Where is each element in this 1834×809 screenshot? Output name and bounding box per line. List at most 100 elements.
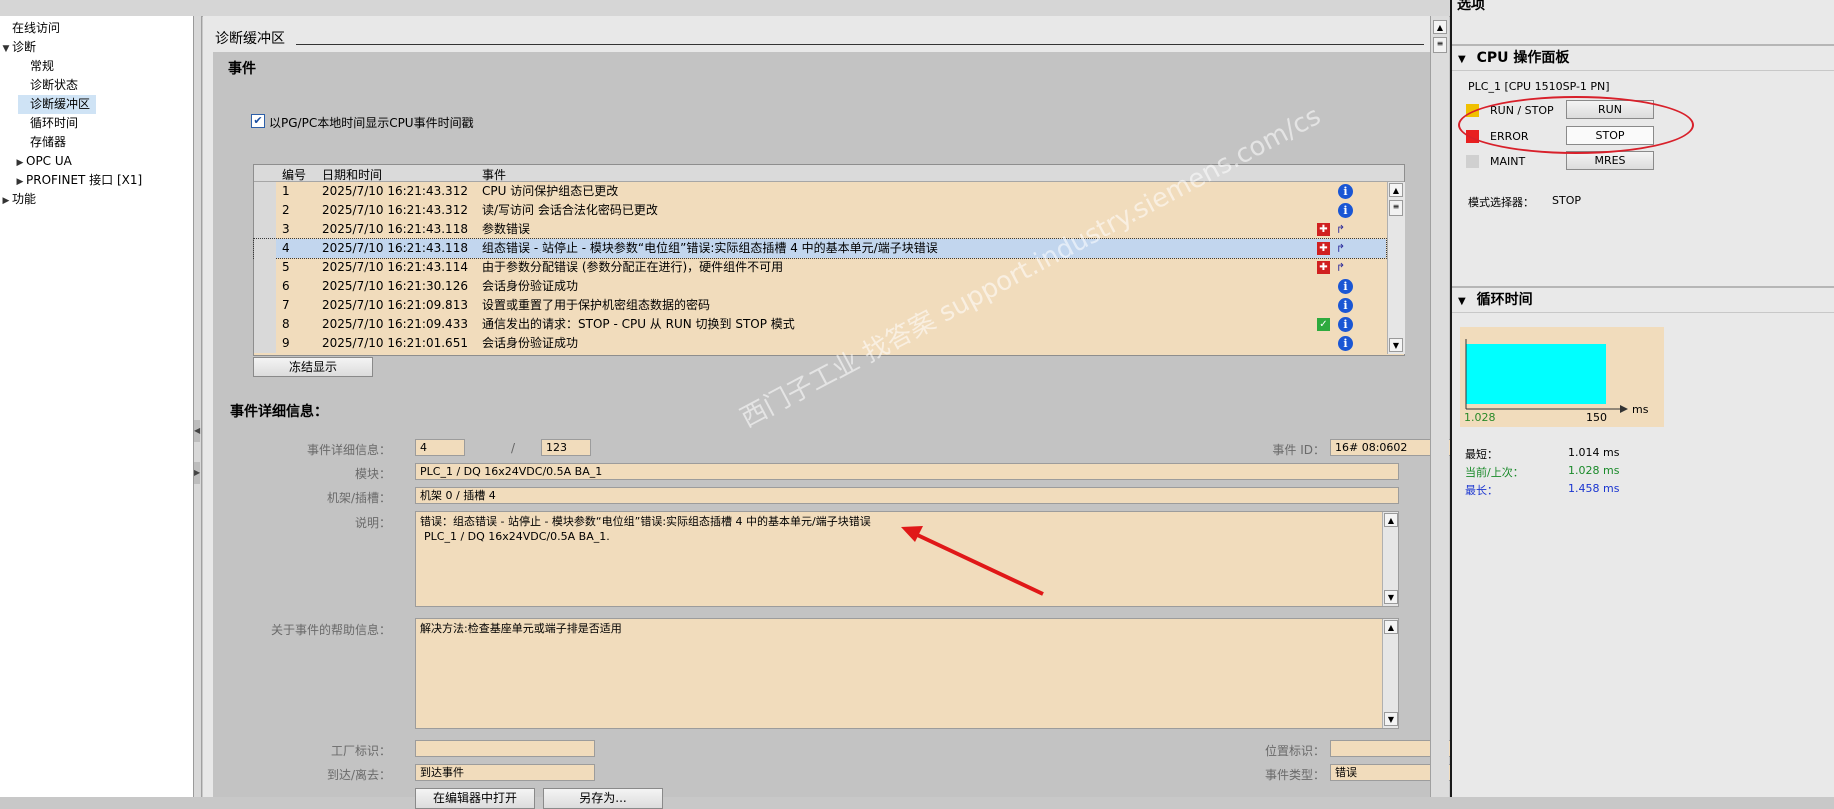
collapse-arrow-icon[interactable]: ▼ <box>0 40 12 59</box>
table-row[interactable]: 9 2025/7/10 16:21:01.651 会话身份验证成功 i <box>254 334 1386 353</box>
save-as-button[interactable]: 另存为... <box>543 788 663 809</box>
tree-item-cycle-time[interactable]: 循环时间 <box>18 114 78 133</box>
collapse-arrow-icon[interactable]: ▼ <box>1458 54 1466 65</box>
scroll-down-icon[interactable]: ▼ <box>1384 712 1398 726</box>
row-datetime: 2025/7/10 16:21:43.114 <box>322 260 468 274</box>
tree-item-functions[interactable]: ▶ 功能 <box>0 190 36 209</box>
coming-going-label: 到达/离去： <box>326 768 391 782</box>
row-datetime: 2025/7/10 16:21:30.126 <box>322 279 468 293</box>
cycle-time-header[interactable]: ▼ 循环时间 <box>1452 286 1834 313</box>
description-label: 说明： <box>354 516 391 530</box>
local-time-checkbox[interactable]: ✔ <box>251 114 265 128</box>
scroll-up-icon[interactable]: ▲ <box>1384 620 1398 634</box>
expand-left-icon[interactable]: ▶ <box>194 462 200 484</box>
stat-max-value: 1.458 ms <box>1568 482 1620 495</box>
row-selector[interactable] <box>254 182 276 201</box>
scroll-up-icon[interactable]: ▲ <box>1384 513 1398 527</box>
scroll-up-icon[interactable]: ▲ <box>1433 20 1447 34</box>
tree-item-online-access[interactable]: 在线访问 <box>0 19 60 38</box>
table-row[interactable]: 6 2025/7/10 16:21:30.126 会话身份验证成功 i <box>254 277 1386 296</box>
tree-item-opc-ua[interactable]: ▶ OPC UA <box>14 152 72 171</box>
table-row[interactable]: 7 2025/7/10 16:21:09.813 设置或重置了用于保护机密组态数据的… <box>254 296 1386 315</box>
plant-id-label: 工厂标识： <box>330 744 391 758</box>
row-selector[interactable] <box>254 258 276 277</box>
row-event: 通信发出的请求：STOP - CPU 从 RUN 切换到 STOP 模式 <box>482 317 795 331</box>
events-table: 编号 日期和时间 事件 1 2025/7/10 16:21:43.312 CPU 访… <box>253 164 1405 356</box>
row-event: 参数错误 <box>482 222 531 236</box>
tree-item-profinet[interactable]: ▶ PROFINET 接口 [X1] <box>14 171 143 190</box>
row-datetime: 2025/7/10 16:21:43.118 <box>322 241 468 255</box>
collapse-arrow-icon[interactable]: ▼ <box>1458 296 1466 307</box>
go-to-icon[interactable]: ↱ <box>1333 261 1348 274</box>
annotation-ellipse <box>1458 96 1694 154</box>
pane-splitter[interactable]: ◀ ▶ <box>194 16 202 797</box>
row-event: 由于参数分配错误 (参数分配正在进行)，硬件组件不可用 <box>482 260 784 274</box>
error-icon: ✚ <box>1317 242 1330 255</box>
tree-item-general[interactable]: 常规 <box>18 57 54 76</box>
tree-item-diagnostics[interactable]: ▼ 诊断 <box>0 38 36 57</box>
top-strip <box>0 0 1450 17</box>
help-scrollbar[interactable]: ▲ ▼ <box>1382 619 1398 728</box>
options-pane: 选项 ▼ CPU 操作面板 PLC_1 [CPU 1510SP-1 PN] RU… <box>1450 0 1834 797</box>
table-header: 编号 日期和时间 事件 <box>254 165 1404 182</box>
go-to-icon[interactable]: ↱ <box>1333 223 1348 236</box>
cpu-panel-header[interactable]: ▼ CPU 操作面板 <box>1452 44 1834 71</box>
annotation-arrow <box>901 526 1044 596</box>
row-datetime: 2025/7/10 16:21:43.312 <box>322 203 468 217</box>
table-row[interactable]: 1 2025/7/10 16:21:43.312 CPU 访问保护组态已更改 i <box>254 182 1386 201</box>
scroll-down-icon[interactable]: ▼ <box>1389 338 1403 352</box>
row-selector[interactable] <box>254 220 276 239</box>
row-selector[interactable] <box>254 201 276 220</box>
description-scrollbar[interactable]: ▲ ▼ <box>1382 512 1398 606</box>
detail-separator: / <box>511 441 516 455</box>
scroll-thumb[interactable]: ≡ <box>1389 200 1403 216</box>
row-event: CPU 访问保护组态已更改 <box>482 184 619 198</box>
help-field: 解决方法:检查基座单元或端子排是否适用 ▲ ▼ <box>415 618 1399 729</box>
main-scrollbar[interactable]: ▲ ≡ <box>1430 16 1449 797</box>
cycle-time-chart: 1.028 150 ms <box>1460 327 1664 427</box>
collapse-left-icon[interactable]: ◀ <box>194 420 200 442</box>
scroll-down-icon[interactable]: ▼ <box>1384 590 1398 604</box>
maint-label: MAINT <box>1490 155 1526 168</box>
row-selector[interactable] <box>254 315 276 334</box>
info-icon: i <box>1338 336 1353 351</box>
row-selector[interactable] <box>254 296 276 315</box>
cycle-time-bar <box>1466 344 1606 404</box>
row-selector[interactable] <box>254 277 276 296</box>
go-to-icon[interactable]: ↱ <box>1333 242 1348 255</box>
table-row[interactable]: 5 2025/7/10 16:21:43.114 由于参数分配错误 (参数分配正在进… <box>254 258 1386 277</box>
tree-item-memory[interactable]: 存储器 <box>18 133 66 152</box>
table-scrollbar[interactable]: ▲ ≡ ▼ <box>1387 182 1405 354</box>
row-event: 会话身份验证成功 <box>482 279 579 293</box>
stat-max-label: 最长： <box>1465 484 1498 497</box>
freeze-display-button[interactable]: 冻结显示 <box>253 357 373 377</box>
rack-slot-label: 机架/插槽： <box>326 491 391 505</box>
tree-item-diagnostic-status[interactable]: 诊断状态 <box>18 76 78 95</box>
column-header-event[interactable]: 事件 <box>482 166 506 183</box>
expand-arrow-icon[interactable]: ▶ <box>0 192 12 211</box>
table-row[interactable]: 4 2025/7/10 16:21:43.118 组态错误 - 站停止 - 模块参数… <box>253 238 1387 259</box>
events-section-title: 事件 <box>228 61 256 77</box>
detail-label: 事件详细信息： <box>306 443 391 457</box>
column-header-datetime[interactable]: 日期和时间 <box>322 166 382 183</box>
open-in-editor-button[interactable]: 在编辑器中打开 <box>415 788 535 809</box>
row-event: 读/写访问 会话合法化密码已更改 <box>482 203 658 217</box>
row-selector[interactable] <box>254 239 276 258</box>
stat-min-value: 1.014 ms <box>1568 446 1620 459</box>
event-type-label: 事件类型： <box>1264 768 1325 782</box>
row-selector[interactable] <box>254 334 276 353</box>
table-row[interactable]: 3 2025/7/10 16:21:43.118 参数错误 ✚ ↱ <box>254 220 1386 239</box>
table-row[interactable]: 2 2025/7/10 16:21:43.312 读/写访问 会话合法化密码已更改 i <box>254 201 1386 220</box>
error-icon: ✚ <box>1317 223 1330 236</box>
row-number: 5 <box>282 260 290 274</box>
row-number: 6 <box>282 279 290 293</box>
column-header-number[interactable]: 编号 <box>282 166 306 183</box>
tree-item-diagnostic-buffer[interactable]: 诊断缓冲区 <box>18 95 97 114</box>
scroll-up-icon[interactable]: ▲ <box>1389 183 1403 197</box>
row-event: 会话身份验证成功 <box>482 336 579 350</box>
module-field: PLC_1 / DQ 16x24VDC/0.5A BA_1 <box>415 463 1399 480</box>
cycle-time-title: 循环时间 <box>1476 292 1533 308</box>
table-row[interactable]: 8 2025/7/10 16:21:09.433 通信发出的请求：STOP - CP… <box>254 315 1386 334</box>
scroll-thumb[interactable]: ≡ <box>1433 37 1447 53</box>
location-id-label: 位置标识： <box>1264 744 1325 758</box>
